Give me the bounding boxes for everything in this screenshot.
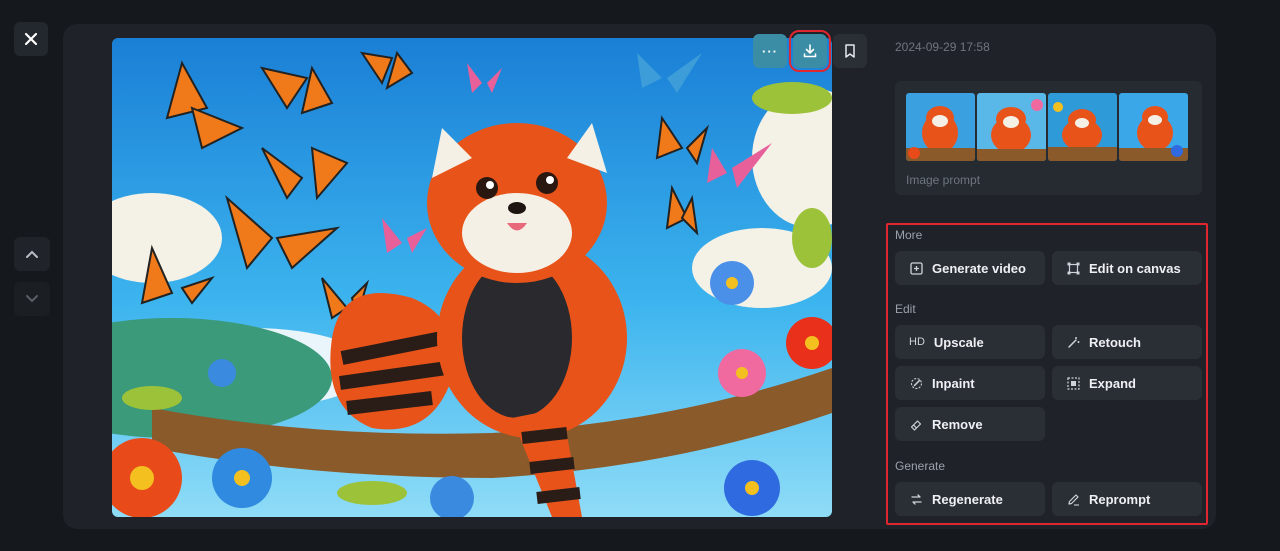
regenerate-button[interactable]: Regenerate [895, 482, 1045, 516]
more-options-button[interactable]: ··· [753, 34, 787, 68]
generated-image [112, 38, 832, 517]
generate-video-button[interactable]: Generate video [895, 251, 1045, 285]
magic-wand-icon [1066, 335, 1080, 349]
edit-on-canvas-label: Edit on canvas [1089, 260, 1181, 276]
image-prompt-label: Image prompt [906, 173, 981, 187]
upscale-label: Upscale [933, 334, 984, 350]
expand-button[interactable]: Expand [1052, 366, 1202, 400]
chevron-up-icon [26, 250, 38, 258]
close-button[interactable] [14, 22, 48, 56]
reference-thumbnail[interactable] [977, 93, 1046, 161]
remove-label: Remove [932, 416, 983, 432]
section-generate-title: Generate [895, 459, 946, 473]
refresh-icon [909, 492, 923, 506]
section-edit-title: Edit [895, 302, 916, 316]
image-toolbar: ··· [753, 30, 867, 72]
creation-timestamp: 2024-09-29 17:58 [895, 40, 990, 54]
expand-icon [1066, 376, 1080, 390]
expand-label: Expand [1089, 375, 1136, 391]
bookmark-button[interactable] [833, 34, 867, 68]
close-icon [24, 32, 38, 46]
reference-thumbnail[interactable] [906, 93, 975, 161]
video-plus-icon [909, 261, 923, 275]
chevron-down-icon [26, 295, 38, 303]
download-button[interactable] [789, 30, 831, 72]
edit-on-canvas-button[interactable]: Edit on canvas [1052, 251, 1202, 285]
next-image-button[interactable] [14, 282, 50, 316]
remove-button[interactable]: Remove [895, 407, 1045, 441]
hd-icon: HD [909, 336, 925, 348]
section-more-title: More [895, 228, 923, 242]
regenerate-label: Regenerate [932, 491, 1003, 507]
reference-thumbnail[interactable] [1048, 93, 1117, 161]
generate-video-label: Generate video [932, 260, 1026, 276]
inpaint-button[interactable]: Inpaint [895, 366, 1045, 400]
reprompt-button[interactable]: Reprompt [1052, 482, 1202, 516]
canvas-icon [1066, 261, 1080, 275]
bookmark-icon [845, 44, 855, 58]
inpaint-label: Inpaint [932, 375, 975, 391]
pencil-icon [1066, 492, 1080, 506]
reference-thumbnail[interactable] [1119, 93, 1188, 161]
eraser-icon [909, 417, 923, 431]
more-options-label: ··· [762, 43, 778, 59]
brush-icon [909, 376, 923, 390]
previous-image-button[interactable] [14, 237, 50, 271]
upscale-button[interactable]: HD Upscale [895, 325, 1045, 359]
retouch-label: Retouch [1089, 334, 1141, 350]
image-prompt-card: Image prompt [895, 81, 1202, 195]
retouch-button[interactable]: Retouch [1052, 325, 1202, 359]
reference-thumbnails [906, 93, 1188, 161]
download-icon [803, 44, 817, 58]
reprompt-label: Reprompt [1089, 491, 1151, 507]
